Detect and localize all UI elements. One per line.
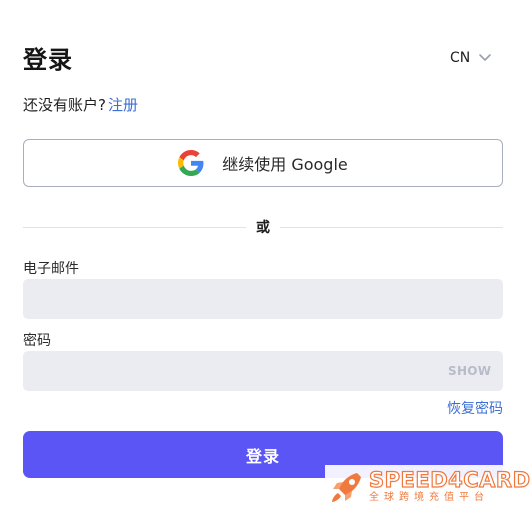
recover-password-link[interactable]: 恢复密码 <box>447 398 503 418</box>
page-title: 登录 <box>23 46 73 74</box>
signup-link[interactable]: 注册 <box>108 96 138 114</box>
signup-row: 还没有账户? 注册 <box>23 94 138 115</box>
divider-line-right <box>280 227 503 228</box>
google-button-label: 继续使用 Google <box>222 155 348 174</box>
email-label: 电子邮件 <box>23 261 79 277</box>
rocket-icon <box>332 472 361 502</box>
google-g-icon <box>178 150 204 176</box>
password-field[interactable] <box>23 351 503 391</box>
chevron-down-icon <box>479 54 492 61</box>
watermark-tagline: 全球跨境充值平台 <box>369 492 489 503</box>
password-label: 密码 <box>23 333 51 349</box>
or-divider: 或 <box>23 216 503 238</box>
language-select[interactable]: CN <box>450 50 492 66</box>
google-signin-button[interactable]: 继续使用 Google <box>23 139 503 187</box>
watermark-brand: SPEED4CARD <box>368 468 531 492</box>
show-password-toggle[interactable]: SHOW <box>448 364 491 378</box>
language-value: CN <box>450 50 471 66</box>
signup-prompt: 还没有账户? <box>23 96 106 114</box>
email-field[interactable] <box>23 279 503 319</box>
watermark: SPEED4CARD 全球跨境充值平台 <box>325 465 531 508</box>
